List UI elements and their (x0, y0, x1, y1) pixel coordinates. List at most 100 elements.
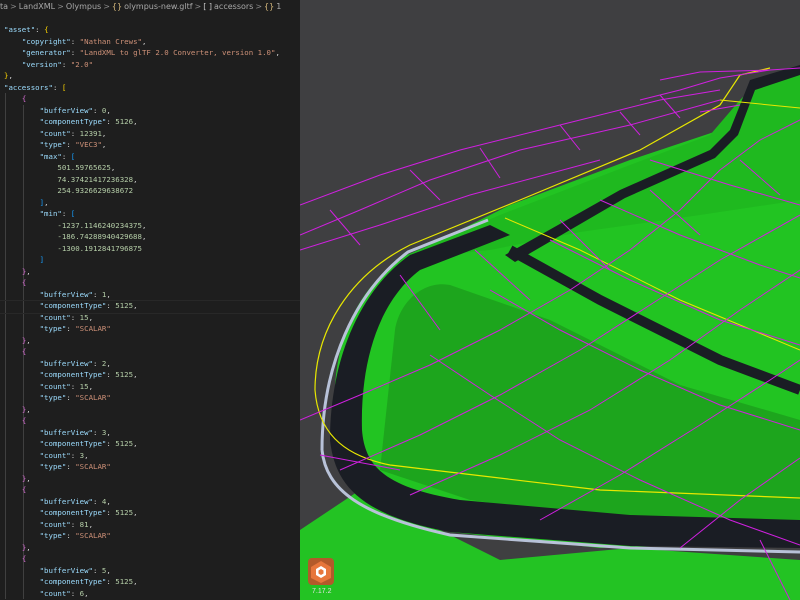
code-line[interactable]: "count": 6, (4, 588, 89, 600)
code-line[interactable]: 74.37421417236328, (4, 174, 137, 186)
code-line[interactable]: }, (4, 404, 31, 416)
code-line[interactable]: "count": 15, (4, 381, 93, 393)
code-line[interactable]: ], (4, 197, 49, 209)
code-line[interactable]: 254.9326629638672 (4, 185, 133, 197)
code-token: "count" (39, 519, 71, 529)
code-line[interactable]: "bufferView": 5, (4, 565, 111, 577)
code-line[interactable]: { (4, 415, 26, 427)
code-token: "generator" (21, 48, 71, 57)
code-token: , (106, 427, 111, 437)
code-token: : (70, 36, 80, 46)
code-line[interactable]: "asset": { (4, 24, 49, 36)
code-line[interactable]: "bufferView": 4, (4, 496, 111, 508)
code-line[interactable]: "type": "SCALAR" (4, 530, 111, 542)
code-line[interactable]: "type": "SCALAR" (4, 392, 111, 404)
code-line[interactable]: { (4, 346, 26, 358)
code-line[interactable]: "componentType": 5125, (4, 369, 138, 381)
code-token: , (101, 140, 107, 149)
code-token: "componentType" (39, 117, 107, 126)
breadcrumb-separator: > (10, 2, 17, 11)
code-line[interactable]: "type": "SCALAR" (4, 461, 111, 473)
code-line[interactable]: }, (4, 542, 31, 554)
code-line[interactable]: "max": [ (4, 151, 76, 163)
code-line[interactable]: "count": 3, (4, 450, 89, 462)
code-line[interactable]: }, (4, 473, 31, 485)
code-line[interactable]: "version": "2.0" (4, 59, 93, 71)
code-line[interactable]: }, (4, 70, 13, 82)
code-token: "bufferView" (39, 358, 94, 368)
code-line[interactable]: { (4, 93, 26, 105)
code-line[interactable]: "bufferView": 1, (4, 289, 111, 301)
code-line[interactable]: "componentType": 5125, (4, 507, 138, 519)
code-token: , (101, 128, 107, 138)
code-line[interactable]: -1300.1912841796875 (4, 243, 142, 255)
code-line[interactable]: "componentType": 5125, (4, 300, 138, 312)
code-line[interactable]: "count": 15, (4, 312, 93, 324)
code-token: , (133, 577, 138, 586)
code-token: 5125 (115, 439, 134, 448)
code-line[interactable]: "count": 12391, (4, 128, 107, 140)
code-line[interactable]: "copyright": "Nathan Crews", (4, 36, 147, 48)
code-line[interactable]: -186.74288940429688, (4, 231, 146, 243)
code-token: , (141, 232, 147, 241)
babylon-logo-icon[interactable] (308, 558, 334, 585)
code-line[interactable]: "componentType": 5125, (4, 576, 138, 588)
code-line[interactable]: { (4, 484, 26, 496)
code-line[interactable]: "type": "VEC3", (4, 139, 107, 151)
code-line[interactable]: }, (4, 335, 31, 347)
code-editor[interactable]: ta > LandXML > Olympus >{} olympus-new.gltf >[ … (0, 0, 300, 600)
breadcrumb-item[interactable]: ta (0, 0, 8, 13)
code-line[interactable]: { (4, 553, 26, 565)
code-token: : (66, 531, 76, 540)
code-token: "componentType" (39, 370, 107, 379)
code-token: "type" (39, 531, 67, 540)
breadcrumb-item[interactable]: LandXML (19, 0, 55, 13)
code-line[interactable]: "accessors": [ (4, 82, 66, 94)
code-line[interactable]: "bufferView": 0, (4, 105, 111, 117)
code-token: 81 (79, 519, 89, 529)
breadcrumb-label: 1 (276, 2, 282, 11)
code-token: { (21, 278, 27, 287)
code-line[interactable]: "min": [ (4, 208, 76, 220)
code-token: "count" (39, 312, 71, 322)
code-line[interactable]: -1237.1146240234375, (4, 220, 146, 232)
code-token: "componentType" (39, 508, 107, 517)
code-token: "type" (39, 324, 67, 333)
code-line[interactable]: "type": "SCALAR" (4, 323, 111, 335)
code-line[interactable]: "count": 81, (4, 519, 93, 531)
code-token: : (52, 82, 62, 92)
code-line[interactable]: "componentType": 5125, (4, 438, 138, 450)
code-token: , (26, 542, 31, 552)
code-token: 12391 (79, 128, 102, 138)
breadcrumb-item[interactable]: [ ] accessors (203, 0, 253, 13)
code-area[interactable]: "asset": { "copyright": "Nathan Crews", … (0, 24, 300, 600)
breadcrumb-item[interactable]: {} olympus-new.gltf (112, 0, 193, 13)
breadcrumb-item[interactable]: Olympus (66, 0, 101, 13)
code-token: , (106, 289, 111, 299)
code-line[interactable]: }, (4, 266, 31, 278)
breadcrumb-separator: > (57, 2, 64, 11)
scene-render[interactable] (300, 0, 800, 600)
code-line[interactable]: "bufferView": 2, (4, 358, 111, 370)
code-line[interactable]: "componentType": 5126, (4, 116, 138, 128)
3d-viewport[interactable]: 7.17.2 (300, 0, 800, 600)
code-line[interactable]: { (4, 277, 26, 289)
breadcrumb-item[interactable]: {} 1 (264, 0, 281, 13)
code-line[interactable]: 501.59765625, (4, 162, 115, 174)
code-token: , (141, 220, 147, 230)
code-line[interactable]: "generator": "LandXML to glTF 2.0 Conver… (4, 47, 280, 59)
code-line[interactable]: ] (4, 254, 44, 266)
code-token: , (133, 439, 138, 448)
code-line[interactable]: "bufferView": 3, (4, 427, 111, 439)
code-token: : (66, 324, 76, 333)
